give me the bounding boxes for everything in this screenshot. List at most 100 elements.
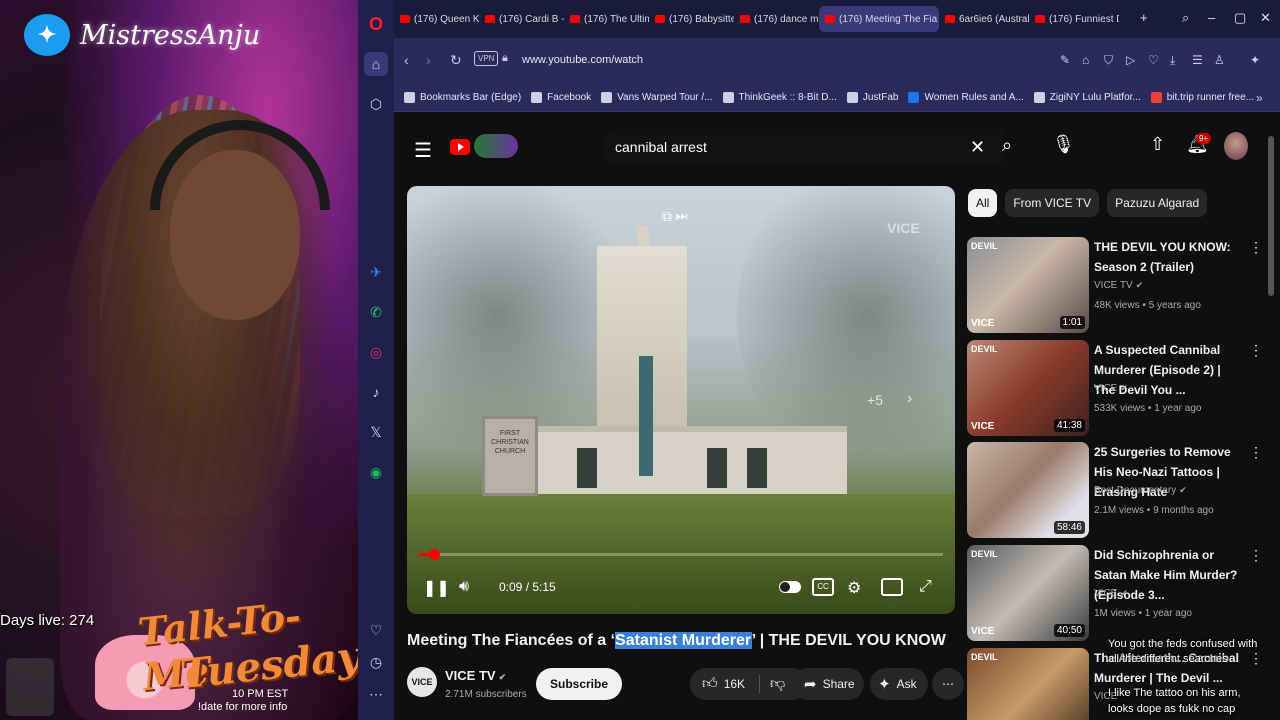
maximize-icon[interactable]: ▢: [1234, 10, 1246, 26]
ask-button[interactable]: ✦ Ask: [870, 668, 928, 700]
bookmark-justfab[interactable]: JustFab: [846, 92, 898, 103]
thumbs-down-icon[interactable]: 👎︎: [759, 675, 785, 693]
video-duration: 1:01: [1059, 316, 1085, 329]
opera-logo-icon[interactable]: O: [364, 12, 388, 36]
hamburger-menu-icon[interactable]: ☰: [414, 138, 432, 163]
tab-queen-key[interactable]: (176) Queen Key: [394, 6, 479, 32]
video-thumbnail[interactable]: DEVIL VICE 41:38: [967, 340, 1089, 436]
video-thumbnail[interactable]: DEVIL VICE 40:50: [967, 545, 1089, 641]
captions-icon[interactable]: CC: [812, 578, 834, 596]
subscribe-button[interactable]: Subscribe: [536, 668, 623, 700]
bookmark-ziginy[interactable]: ZigiNY Lulu Platfor...: [1033, 92, 1141, 103]
home-icon[interactable]: ⌂: [364, 52, 388, 76]
tab-the-ultima[interactable]: (176) The Ultima: [564, 6, 649, 32]
video-thumbnail[interactable]: 58:46: [967, 442, 1089, 538]
instagram-icon[interactable]: ◎: [364, 340, 388, 364]
recommendation-item[interactable]: DEVIL VICE 1:01 THE DEVIL YOU KNOW: Seas…: [967, 237, 1267, 333]
rec-title[interactable]: THE DEVIL YOU KNOW: Season 2 (Trailer): [1094, 237, 1244, 277]
recommendation-item[interactable]: DEVIL VICE 41:38 A Suspected Cannibal Mu…: [967, 340, 1267, 436]
bookmark-edge[interactable]: Bookmarks Bar (Edge): [404, 92, 521, 103]
video-thumbnail[interactable]: DEVIL VICE 1:01: [967, 237, 1089, 333]
forward-icon[interactable]: ›: [426, 52, 431, 68]
page-scrollbar[interactable]: [1268, 136, 1274, 296]
vpn-badge[interactable]: VPN: [474, 51, 499, 66]
tab-cardi-b[interactable]: (176) Cardi B - M: [479, 6, 564, 32]
chip-all[interactable]: All: [968, 189, 998, 217]
bookmark-thinkgeek[interactable]: ThinkGeek :: 8-Bit D...: [722, 92, 837, 103]
tiktok-icon[interactable]: ♪: [364, 380, 388, 404]
share-button[interactable]: ➦ Share: [792, 668, 864, 700]
video-thumbnail[interactable]: DEVIL: [967, 648, 1089, 720]
chip-from-vice-tv[interactable]: From VICE TV: [1005, 189, 1100, 217]
channel-name[interactable]: VICE TV ✔: [445, 668, 506, 683]
messenger-icon[interactable]: ✈: [364, 260, 388, 284]
x-icon[interactable]: 𝕏: [364, 420, 388, 444]
thumbs-up-icon[interactable]: 👍︎: [702, 675, 718, 693]
ai-icon[interactable]: ✦: [1250, 53, 1260, 67]
heart-icon[interactable]: ♡: [1148, 53, 1159, 67]
lock-icon[interactable]: 🔒︎: [502, 52, 508, 65]
miniplayer-icon[interactable]: ⧉ ⏭: [662, 208, 688, 225]
video-player[interactable]: FIRST CHRISTIAN CHURCH ⧉ ⏭ VICE +5 › ❚❚ …: [407, 186, 955, 614]
progress-bar[interactable]: [419, 549, 943, 560]
rec-channel[interactable]: Best Documentary ✔: [1094, 485, 1187, 496]
tab-funniest[interactable]: (176) Funniest D: [1029, 6, 1119, 32]
youtube-doodle[interactable]: [474, 134, 518, 158]
bookmark-women-rules[interactable]: Women Rules and A...: [908, 92, 1024, 103]
youtube-logo-icon[interactable]: [450, 139, 470, 155]
tab-search-icon[interactable]: ⌕: [1182, 10, 1189, 26]
edit-icon[interactable]: ✎: [1060, 53, 1070, 67]
channel-avatar[interactable]: VICE: [407, 667, 437, 697]
bookmarks-overflow-icon[interactable]: »: [1256, 91, 1263, 105]
chip-pazuzu-algarad[interactable]: Pazuzu Algarad: [1107, 189, 1208, 217]
more-dots-icon[interactable]: ⋯: [364, 682, 388, 706]
rec-channel[interactable]: VICE ✔: [1094, 588, 1128, 599]
history-clock-icon[interactable]: ◷: [364, 650, 388, 674]
bookmark-bittrip[interactable]: bit.trip runner free...: [1150, 92, 1254, 103]
rec-channel[interactable]: VICE ✔: [1094, 383, 1128, 394]
bookmark-facebook[interactable]: Facebook: [531, 92, 591, 103]
new-tab-plus-icon[interactable]: +: [1140, 10, 1148, 25]
url-field[interactable]: www.youtube.com/watch: [522, 54, 643, 66]
autoplay-toggle[interactable]: [779, 581, 801, 593]
search-box[interactable]: cannibal arrest ✕: [602, 129, 1002, 165]
upload-icon[interactable]: ⇧: [1150, 134, 1165, 155]
kebab-menu-icon[interactable]: ⋮: [1249, 547, 1263, 564]
recommendation-item[interactable]: 58:46 25 Surgeries to Remove His Neo-Naz…: [967, 442, 1267, 538]
pause-icon[interactable]: ❚❚: [423, 578, 450, 598]
spotify-icon[interactable]: ◉: [364, 460, 388, 484]
account-avatar[interactable]: [1224, 132, 1248, 160]
tab-6ar6ie6[interactable]: 6ar6ie6 (Austral: [939, 6, 1029, 32]
kebab-menu-icon[interactable]: ⋮: [1249, 444, 1263, 461]
theater-mode-icon[interactable]: [881, 578, 903, 596]
clear-search-icon[interactable]: ✕: [970, 137, 985, 158]
settings-gear-icon[interactable]: ⚙: [847, 578, 861, 598]
search-icon[interactable]: ⌕: [1002, 135, 1012, 156]
download-icon[interactable]: ⤓: [1170, 53, 1175, 68]
microphone-icon[interactable]: 🎙︎: [1052, 134, 1075, 155]
close-window-icon[interactable]: ✕: [1260, 10, 1271, 26]
menu-lines-icon[interactable]: ☰: [1192, 53, 1203, 67]
minimize-icon[interactable]: –: [1208, 10, 1215, 25]
volume-icon[interactable]: 🔊︎: [459, 578, 469, 596]
whatsapp-icon[interactable]: ✆: [364, 300, 388, 324]
snapshot-icon[interactable]: ⌂: [1082, 53, 1089, 67]
tab-babysitter[interactable]: (176) Babysitter: [649, 6, 734, 32]
kebab-menu-icon[interactable]: ⋮: [1249, 239, 1263, 256]
profile-icon[interactable]: ♙: [1214, 53, 1225, 67]
like-count[interactable]: 16K: [724, 677, 745, 691]
tab-meeting-the-fiancees[interactable]: (176) Meeting The Fia: [819, 6, 939, 32]
back-icon[interactable]: ‹: [404, 52, 409, 68]
play-icon[interactable]: ▷: [1126, 53, 1135, 67]
tab-dance-more[interactable]: (176) dance mor: [734, 6, 819, 32]
favorites-heart-icon[interactable]: ♡: [364, 618, 388, 642]
more-actions-button[interactable]: ⋯: [932, 668, 964, 700]
search-input[interactable]: cannibal arrest: [615, 139, 707, 155]
shield-icon[interactable]: ⛉: [1104, 53, 1113, 68]
kebab-menu-icon[interactable]: ⋮: [1249, 342, 1263, 359]
aria-icon[interactable]: ⬡: [364, 92, 388, 116]
bookmark-vans[interactable]: Vans Warped Tour /...: [601, 92, 713, 103]
rec-channel[interactable]: VICE TV ✔: [1094, 280, 1143, 291]
fullscreen-icon[interactable]: ⤢: [919, 578, 932, 596]
reload-icon[interactable]: ↻: [450, 52, 462, 69]
